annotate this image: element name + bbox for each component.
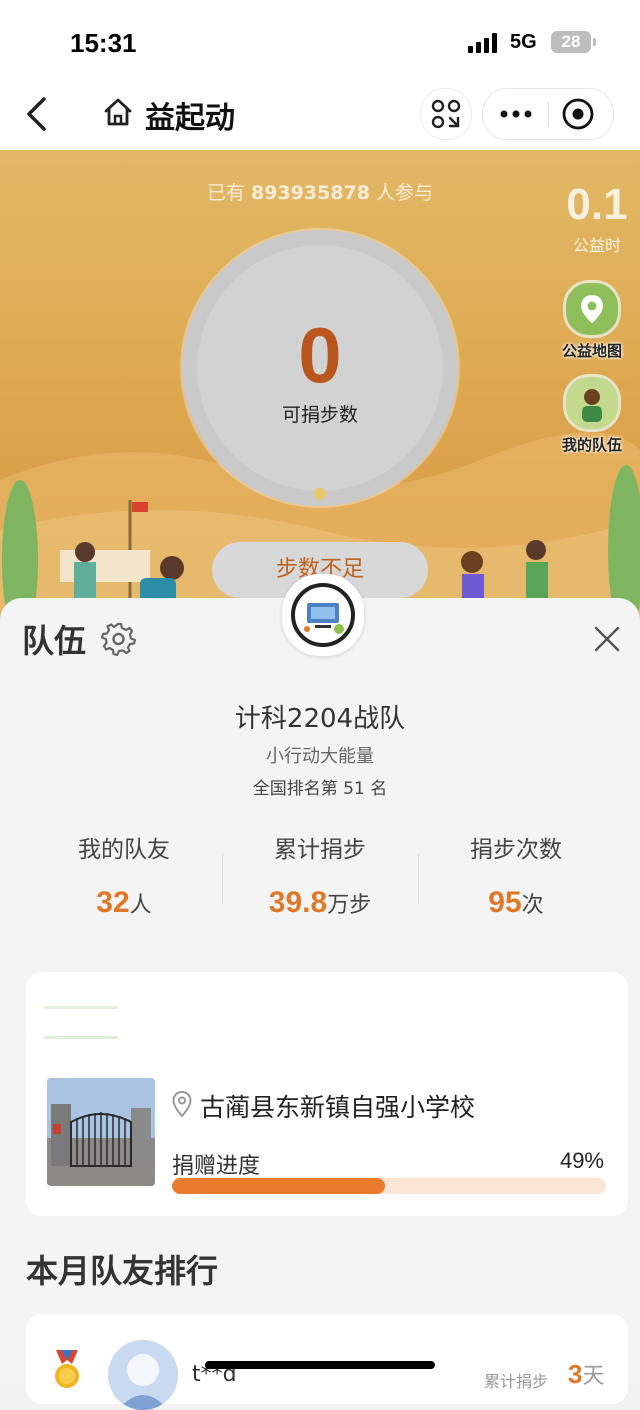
signal-icon bbox=[468, 33, 498, 53]
home-icon[interactable] bbox=[102, 96, 134, 128]
page-title: 益起动 bbox=[145, 101, 235, 136]
school-photo bbox=[47, 1078, 155, 1186]
team-panel: 队伍 计科2204战队 小行动大能量 全国排名第 51 名 我的队友 32人 累… bbox=[0, 598, 640, 1410]
network-type: 5G bbox=[510, 31, 537, 53]
location-pin-icon bbox=[172, 1090, 192, 1118]
mini-program-capsule bbox=[482, 88, 614, 140]
progress-percent: 49% bbox=[559, 1148, 604, 1173]
dial-indicator bbox=[314, 488, 326, 500]
rank-days: 3天 bbox=[568, 1359, 605, 1389]
team-name: 计科2204战队 bbox=[234, 704, 406, 734]
close-program-icon[interactable] bbox=[561, 97, 595, 131]
status-bar: 15:31 5G 28 bbox=[0, 0, 640, 80]
welfare-hours-value: 0.1 bbox=[566, 180, 628, 229]
more-icon[interactable] bbox=[499, 109, 533, 119]
nav-bar: 益起动 bbox=[0, 80, 640, 150]
stat-teammates[interactable]: 我的队友 32人 bbox=[26, 830, 222, 920]
rank-cumulative-label: 累计捐步 bbox=[484, 1372, 549, 1391]
back-arrow-icon[interactable] bbox=[22, 94, 52, 134]
stat-donation-count: 捐步次数 95次 bbox=[470, 837, 562, 919]
my-team-button[interactable]: 我的队伍 bbox=[552, 374, 632, 455]
participants-count: 已有 893935878 人参与 bbox=[206, 182, 433, 204]
progress-label: 捐赠进度 bbox=[172, 1154, 261, 1179]
ranking-section-title: 本月队友排行 bbox=[26, 1252, 219, 1290]
avatar bbox=[108, 1340, 178, 1410]
charity-map-button[interactable]: 公益地图 bbox=[552, 280, 632, 361]
scan-button[interactable] bbox=[420, 88, 472, 140]
donatable-steps-label: 可捐步数 bbox=[281, 404, 358, 426]
card-decoration-line bbox=[44, 1036, 118, 1039]
home-indicator bbox=[205, 1361, 435, 1369]
scan-icon bbox=[431, 99, 461, 129]
team-logo[interactable] bbox=[282, 574, 364, 656]
status-time: 15:31 bbox=[70, 28, 137, 58]
team-national-rank: 全国排名第 51 名 bbox=[252, 779, 388, 799]
gear-icon[interactable] bbox=[100, 620, 136, 656]
panel-title: 队伍 bbox=[22, 622, 87, 660]
ranking-list-item[interactable]: t**d 累计捐步 3天 bbox=[26, 1314, 628, 1410]
donation-progress-fill bbox=[172, 1178, 385, 1194]
hero-banner: 已有 893935878 人参与 0.1 公益时 公益地图 我的队伍 0 可捐步数 … bbox=[0, 150, 640, 620]
step-dial[interactable]: 0 可捐步数 bbox=[182, 230, 458, 506]
battery-icon: 28 bbox=[551, 31, 591, 53]
welfare-hours-label: 公益时 bbox=[572, 236, 621, 255]
map-pin-icon bbox=[563, 280, 621, 338]
team-slogan: 小行动大能量 bbox=[266, 746, 374, 767]
stat-total-steps: 累计捐步 39.8万步 bbox=[268, 837, 372, 919]
school-name: 古蔺县东新镇自强小学校 bbox=[200, 1093, 476, 1122]
project-card[interactable]: 古蔺县东新镇自强小学校 捐赠进度 49% bbox=[26, 972, 628, 1216]
donation-progress-bar bbox=[172, 1178, 606, 1194]
gold-medal-icon bbox=[55, 1350, 79, 1388]
donatable-steps-value: 0 bbox=[298, 311, 342, 399]
team-avatar-icon bbox=[563, 374, 621, 432]
close-icon[interactable] bbox=[592, 624, 622, 654]
card-decoration-line bbox=[44, 1006, 118, 1009]
